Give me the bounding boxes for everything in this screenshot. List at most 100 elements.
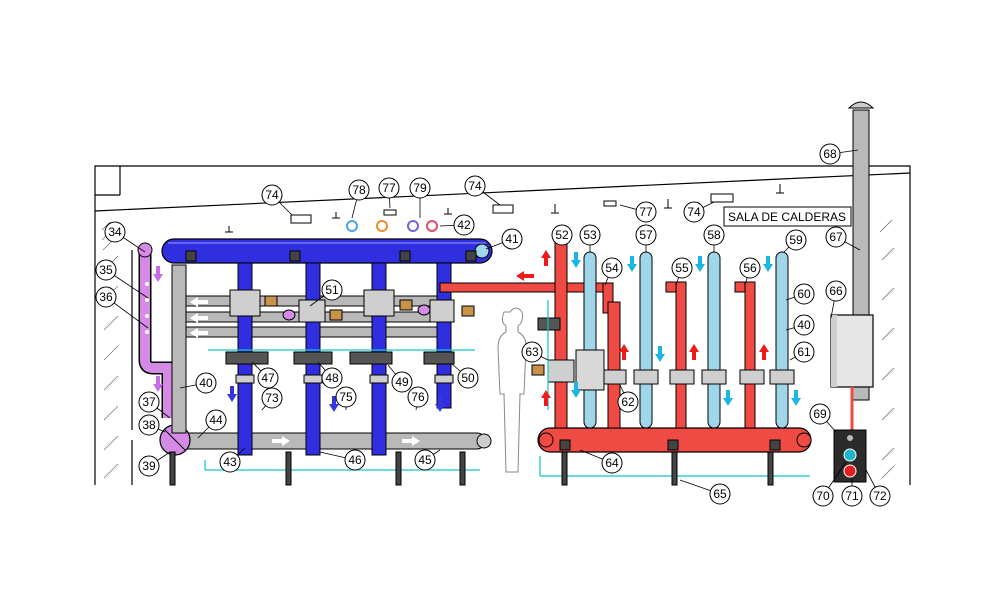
callout-label: 55 bbox=[675, 261, 689, 275]
callout-label: 51 bbox=[325, 283, 339, 297]
callout-75: 75 bbox=[335, 386, 357, 410]
cold-risers bbox=[237, 262, 452, 456]
callout-58: 58 bbox=[703, 224, 725, 252]
flow-arrow-up bbox=[541, 250, 551, 266]
callout-label: 38 bbox=[142, 418, 156, 432]
callout-77: 77 bbox=[619, 201, 657, 223]
callout-label: 47 bbox=[261, 371, 275, 385]
callout-50: 50 bbox=[451, 363, 479, 389]
callout-43: 43 bbox=[219, 447, 246, 473]
callout-38: 38 bbox=[138, 414, 166, 436]
callout-label: 59 bbox=[789, 233, 803, 247]
callout-label: 64 bbox=[605, 456, 619, 470]
callout-62: 62 bbox=[617, 384, 639, 413]
callout-69: 69 bbox=[809, 403, 837, 433]
callout-label: 63 bbox=[525, 345, 539, 359]
boiler-room-diagram: SALA DE CALDERAS 34 35 36 37 38 39 40 41… bbox=[0, 0, 1002, 600]
callout-label: 74 bbox=[265, 188, 279, 202]
callout-66: 66 bbox=[825, 280, 847, 319]
callout-40: 40 bbox=[785, 314, 815, 336]
callout-54: 54 bbox=[601, 257, 623, 286]
flow-arrow-down bbox=[763, 256, 773, 272]
callout-63: 63 bbox=[521, 341, 549, 363]
callout-61: 61 bbox=[789, 341, 815, 363]
callout-label: 35 bbox=[99, 263, 113, 277]
person-silhouette bbox=[497, 307, 527, 473]
flow-arrow-down bbox=[655, 346, 665, 362]
callout-label: 73 bbox=[265, 391, 279, 405]
callout-label: 66 bbox=[829, 284, 843, 298]
callout-label: 46 bbox=[348, 453, 362, 467]
callout-68: 68 bbox=[819, 143, 859, 165]
flow-arrow-down bbox=[571, 252, 581, 268]
callout-53: 53 bbox=[579, 224, 601, 252]
room-label: SALA DE CALDERAS bbox=[728, 210, 846, 224]
callout-39: 39 bbox=[138, 451, 171, 477]
callout-45: 45 bbox=[414, 449, 441, 471]
ceiling-sensors bbox=[346, 220, 438, 232]
callout-label: 42 bbox=[457, 218, 471, 232]
callout-label: 52 bbox=[555, 228, 569, 242]
flow-arrow-down bbox=[627, 256, 637, 272]
callout-label: 48 bbox=[325, 371, 339, 385]
callout-74: 74 bbox=[261, 184, 293, 216]
callout-label: 67 bbox=[829, 230, 843, 244]
callout-label: 54 bbox=[605, 261, 619, 275]
callout-label: 37 bbox=[142, 395, 156, 409]
callout-label: 58 bbox=[707, 228, 721, 242]
callout-77: 77 bbox=[378, 177, 400, 209]
callout-72: 72 bbox=[865, 469, 891, 507]
callout-label: 61 bbox=[797, 345, 811, 359]
callout-label: 68 bbox=[823, 147, 837, 161]
callout-59: 59 bbox=[783, 229, 807, 253]
callout-76: 76 bbox=[407, 386, 429, 411]
callout-74: 74 bbox=[464, 175, 501, 206]
supply-collector-cold bbox=[161, 238, 493, 264]
callout-label: 53 bbox=[583, 228, 597, 242]
control-panel bbox=[833, 429, 867, 483]
callout-label: 62 bbox=[621, 395, 635, 409]
callout-label: 78 bbox=[352, 183, 366, 197]
callout-label: 50 bbox=[461, 371, 475, 385]
callout-label: 76 bbox=[411, 390, 425, 404]
callout-65: 65 bbox=[679, 479, 731, 505]
callout-47: 47 bbox=[251, 361, 279, 389]
flow-arrow-down bbox=[791, 390, 801, 406]
flow-arrow-down bbox=[723, 390, 733, 406]
callout-label: 71 bbox=[845, 489, 859, 503]
callout-74: 74 bbox=[683, 201, 715, 223]
diagram-canvas: SALA DE CALDERAS 34353637383940414243444… bbox=[94, 101, 911, 507]
flow-arrow-down bbox=[153, 266, 163, 282]
callout-label: 77 bbox=[639, 205, 653, 219]
callout-label: 74 bbox=[687, 205, 701, 219]
return-collector bbox=[159, 424, 492, 456]
callout-label: 70 bbox=[816, 489, 830, 503]
callout-label: 36 bbox=[99, 290, 113, 304]
callout-56: 56 bbox=[739, 257, 761, 286]
flow-arrow-up bbox=[689, 344, 699, 360]
callout-52: 52 bbox=[551, 224, 573, 246]
callout-57: 57 bbox=[635, 224, 657, 252]
room-label-box: SALA DE CALDERAS bbox=[723, 206, 852, 227]
boiler bbox=[830, 314, 874, 432]
callout-label: 39 bbox=[142, 459, 156, 473]
callout-46: 46 bbox=[319, 449, 366, 471]
callout-label: 57 bbox=[639, 228, 653, 242]
callout-64: 64 bbox=[579, 449, 623, 474]
callout-label: 79 bbox=[413, 181, 427, 195]
flow-arrow-down bbox=[695, 256, 705, 272]
callout-label: 40 bbox=[797, 318, 811, 332]
callout-55: 55 bbox=[671, 257, 693, 286]
callout-label: 34 bbox=[108, 225, 122, 239]
callout-49: 49 bbox=[387, 364, 413, 393]
callout-60: 60 bbox=[785, 283, 815, 305]
callout-label: 60 bbox=[797, 287, 811, 301]
callout-label: 72 bbox=[873, 489, 887, 503]
callout-label: 65 bbox=[713, 487, 727, 501]
flow-arrow-down bbox=[227, 386, 237, 402]
flow-arrow-up bbox=[759, 344, 769, 360]
callout-label: 75 bbox=[339, 390, 353, 404]
callout-label: 56 bbox=[743, 261, 757, 275]
callout-79: 79 bbox=[409, 177, 431, 218]
callout-label: 43 bbox=[223, 455, 237, 469]
